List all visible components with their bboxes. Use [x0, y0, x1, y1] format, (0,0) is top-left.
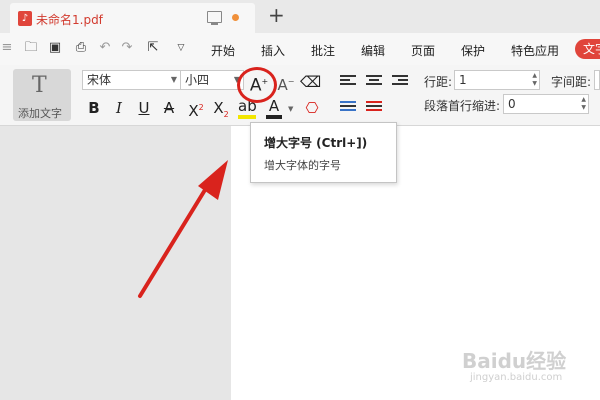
- watermark-url: jingyan.baidu.com: [470, 372, 563, 383]
- watermark-logo: Baidu经验: [462, 349, 567, 373]
- annotation-arrow: [138, 160, 228, 298]
